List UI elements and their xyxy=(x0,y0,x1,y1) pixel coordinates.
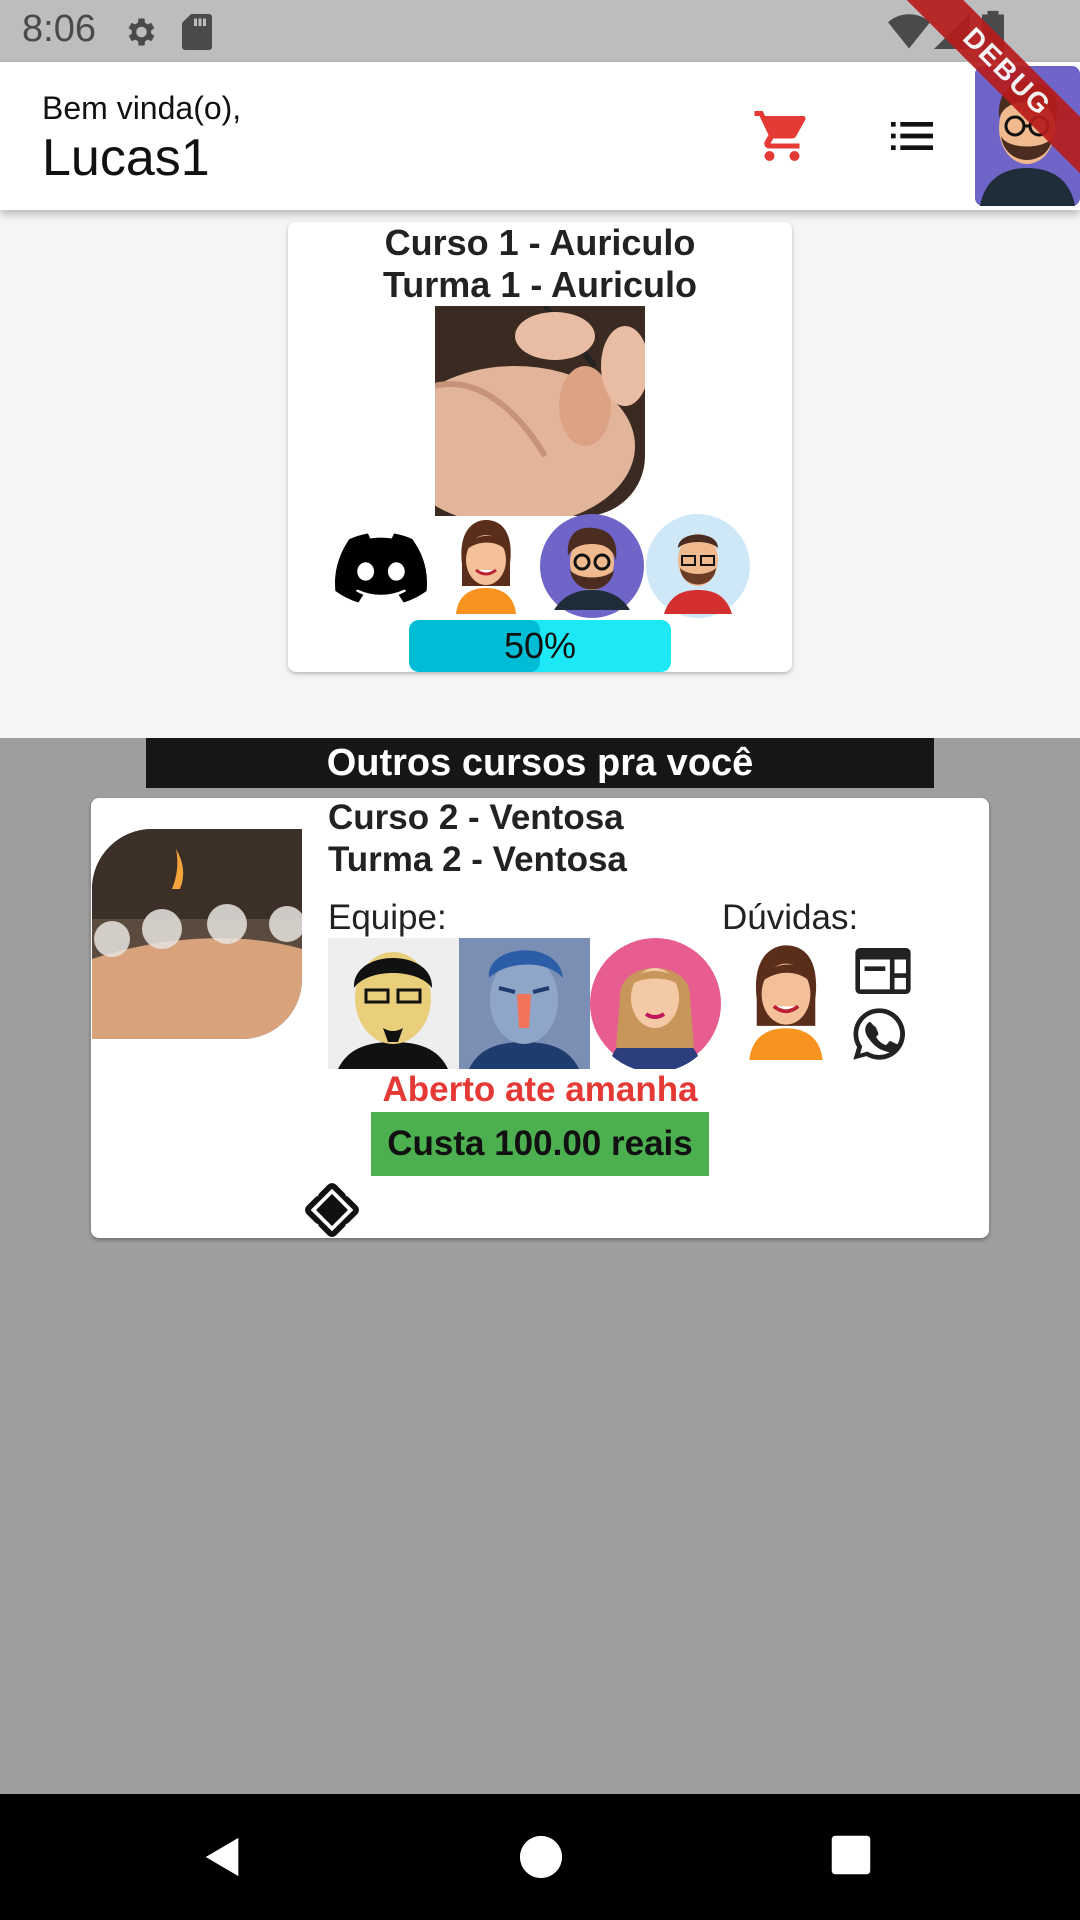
menu-list-icon[interactable] xyxy=(884,108,940,164)
tutor-avatar-male xyxy=(646,514,750,618)
enrolled-course-card[interactable]: Curso 1 - Auriculo Turma 1 - Auriculo 50… xyxy=(288,222,792,672)
sd-card-icon xyxy=(182,14,212,50)
greeting-text: Bem vinda(o), xyxy=(42,90,242,126)
username-text: Lucas1 xyxy=(42,129,210,187)
price-button[interactable]: Custa 100.00 reais xyxy=(371,1112,709,1176)
back-icon[interactable] xyxy=(200,1834,246,1880)
tutor-avatar-bearded xyxy=(540,514,644,618)
team-member-avatar-1 xyxy=(328,938,459,1069)
course-title: Curso 1 - Auriculo xyxy=(384,222,696,263)
app-header: Bem vinda(o), Lucas1 xyxy=(0,62,1080,210)
availability-status: Aberto ate amanha xyxy=(382,1070,698,1109)
home-icon[interactable] xyxy=(518,1834,564,1880)
offer-course-title: Curso 2 - Ventosa xyxy=(328,798,624,837)
offer-course-card[interactable]: Curso 2 - Ventosa Turma 2 - Ventosa Equi… xyxy=(91,798,989,1238)
tutor-avatar-female xyxy=(456,520,516,614)
class-title: Turma 1 - Auriculo xyxy=(382,264,698,305)
team-member-avatar-3 xyxy=(590,938,721,1069)
course-image xyxy=(92,829,302,1039)
offer-class-title: Turma 2 - Ventosa xyxy=(328,840,627,879)
progress-label: 50% xyxy=(503,625,577,666)
whatsapp-icon[interactable] xyxy=(851,1006,907,1062)
gear-icon xyxy=(128,18,155,46)
course-image xyxy=(435,306,645,516)
status-time: 8:06 xyxy=(22,8,96,50)
recents-icon[interactable] xyxy=(830,1834,872,1876)
team-member-avatar-2 xyxy=(459,938,590,1069)
questions-label: Dúvidas: xyxy=(722,898,859,937)
team-label: Equipe: xyxy=(328,898,447,937)
web-page-icon[interactable] xyxy=(855,948,911,994)
other-courses-header: Outros cursos pra você xyxy=(146,738,934,788)
support-avatar[interactable] xyxy=(735,938,837,1060)
cart-icon[interactable] xyxy=(752,106,812,166)
discord-icon[interactable] xyxy=(335,532,427,604)
progress-bar: 50% xyxy=(409,620,671,672)
pix-icon[interactable] xyxy=(304,1182,360,1238)
system-nav-bar xyxy=(0,1794,1080,1920)
